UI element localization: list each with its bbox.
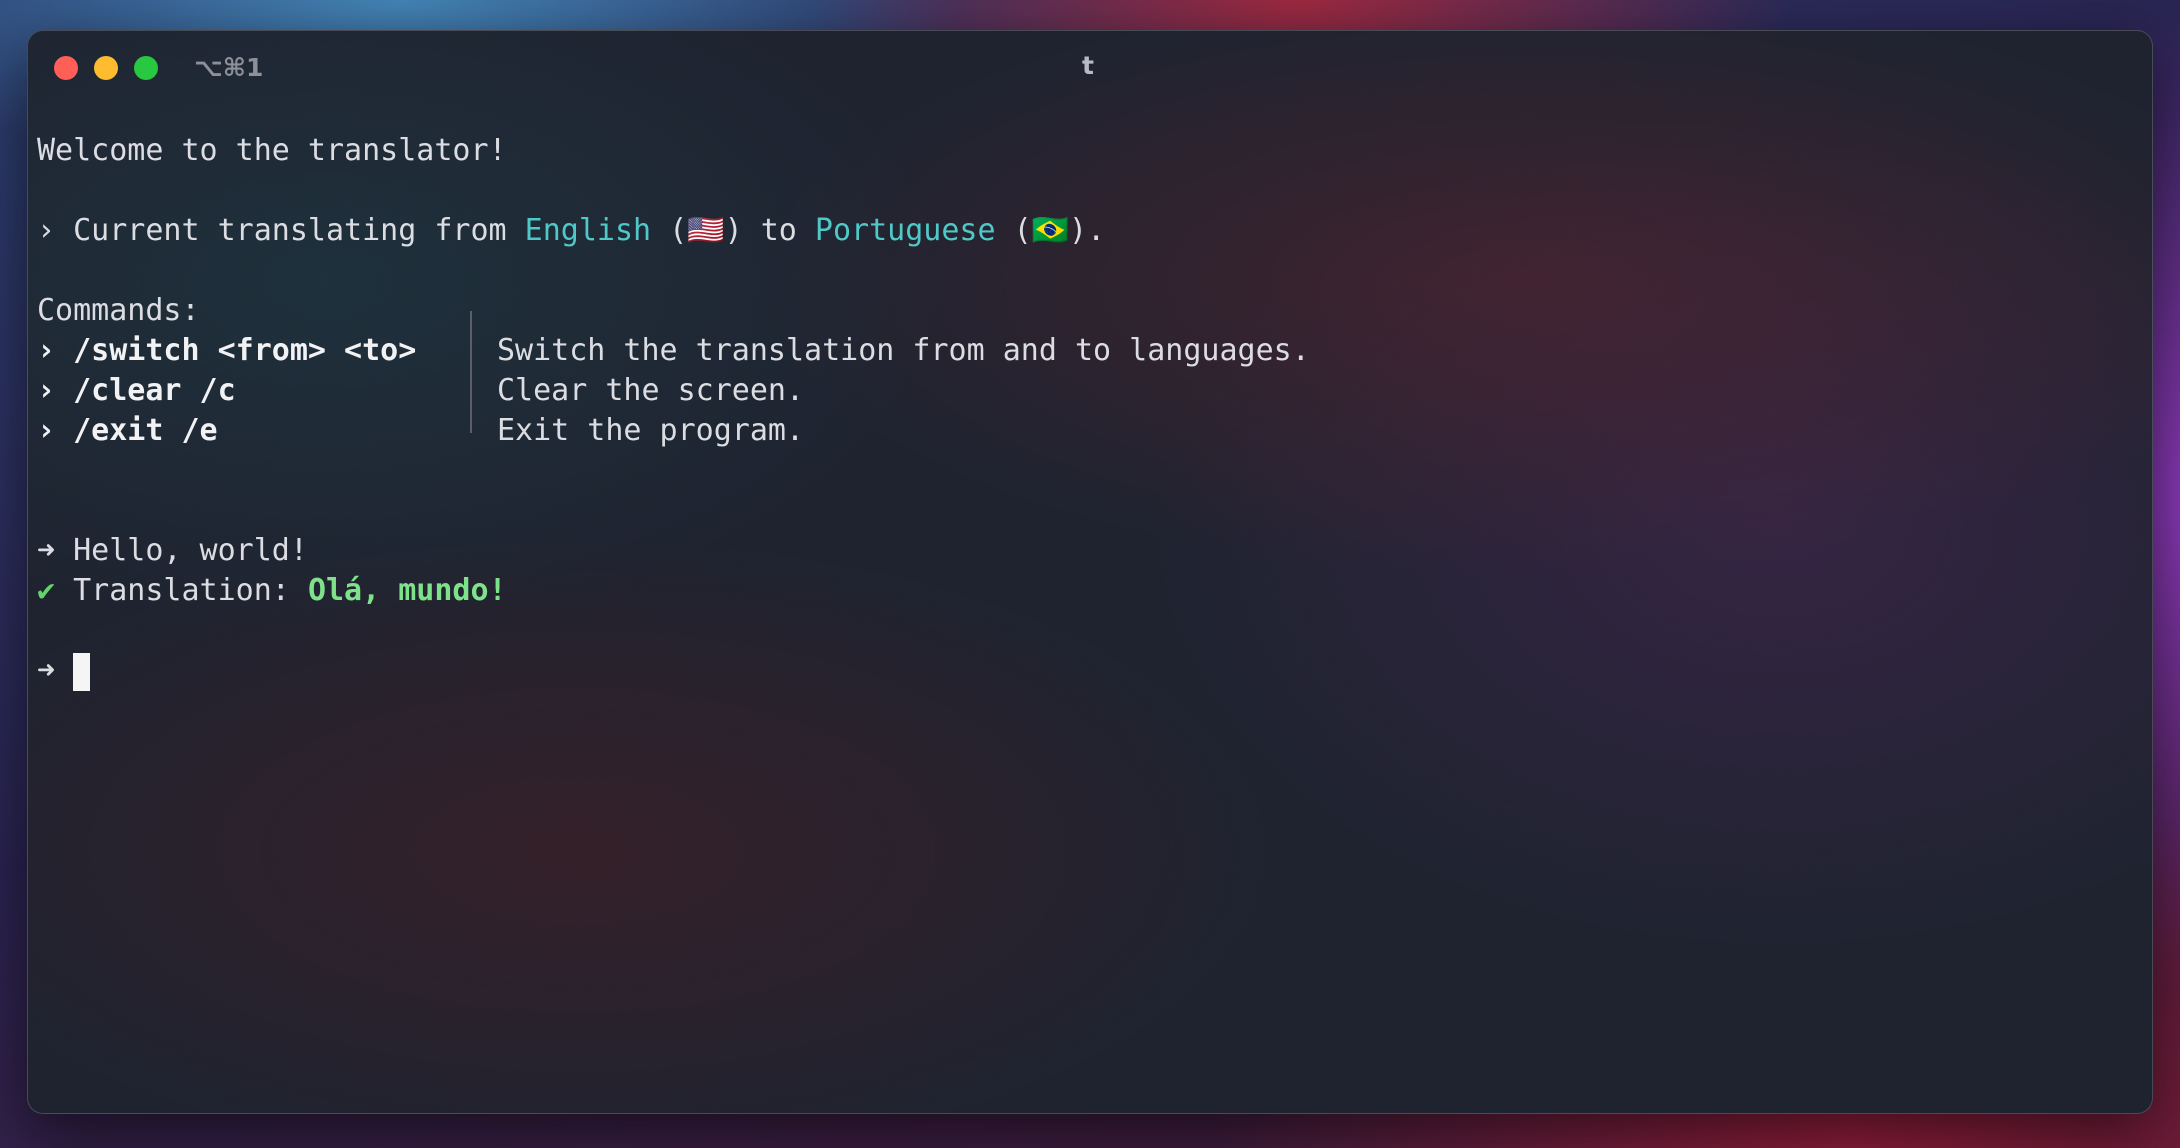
command-exit: › /exit /e: [37, 411, 218, 451]
command-name: /clear /c: [73, 373, 236, 408]
status-middle: to: [760, 213, 797, 248]
prompt-chevron-icon: ›: [37, 413, 56, 448]
commands-heading: Commands:: [37, 293, 200, 328]
title-bar: ⌥⌘1 t: [28, 31, 2152, 101]
command-description: Clear the screen.: [497, 373, 805, 408]
checkmark-icon: ✔: [37, 573, 56, 608]
arrow-icon: ➜: [37, 533, 56, 568]
prompt-chevron-icon: ›: [37, 213, 56, 248]
input-line: ➜ Hello, world!: [37, 531, 308, 571]
prompt-chevron-icon: ›: [37, 333, 56, 368]
window-title: t: [1082, 51, 1094, 80]
source-language: English: [524, 213, 652, 248]
target-flag: (🇧🇷): [1013, 213, 1088, 248]
prompt-chevron-icon: ›: [37, 373, 56, 408]
terminal-window: ⌥⌘1 t Welcome to the translator! › Curre…: [27, 30, 2153, 1114]
status-line: › Current translating from English (🇺🇸) …: [37, 211, 1105, 251]
prompt-line[interactable]: ➜: [37, 651, 91, 691]
command-switch: › /switch <from> <to>: [37, 331, 416, 371]
translation-line: ✔ Translation: Olá, mundo!: [37, 571, 507, 611]
status-prefix: Current translating from: [73, 213, 507, 248]
zoom-window-button[interactable]: [134, 56, 158, 80]
terminal-output[interactable]: Welcome to the translator! › Current tra…: [37, 31, 1310, 871]
arrow-icon: ➜: [37, 653, 56, 688]
status-suffix: .: [1087, 213, 1106, 248]
welcome-line: Welcome to the translator!: [37, 133, 507, 168]
command-description: Exit the program.: [497, 413, 805, 448]
tab-shortcut: ⌥⌘1: [194, 53, 264, 82]
column-divider: [470, 311, 472, 433]
command-name: /switch <from> <to>: [73, 333, 417, 368]
translation-label: Translation:: [73, 573, 290, 608]
source-flag: (🇺🇸): [669, 213, 743, 248]
text-cursor[interactable]: [73, 652, 91, 691]
command-clear: › /clear /c: [37, 371, 236, 411]
command-description: Switch the translation from and to langu…: [497, 333, 1310, 368]
target-language: Portuguese: [814, 213, 996, 248]
translation-result: Olá, mundo!: [307, 573, 507, 608]
input-text: Hello, world!: [73, 533, 308, 568]
command-name: /exit /e: [73, 413, 218, 448]
